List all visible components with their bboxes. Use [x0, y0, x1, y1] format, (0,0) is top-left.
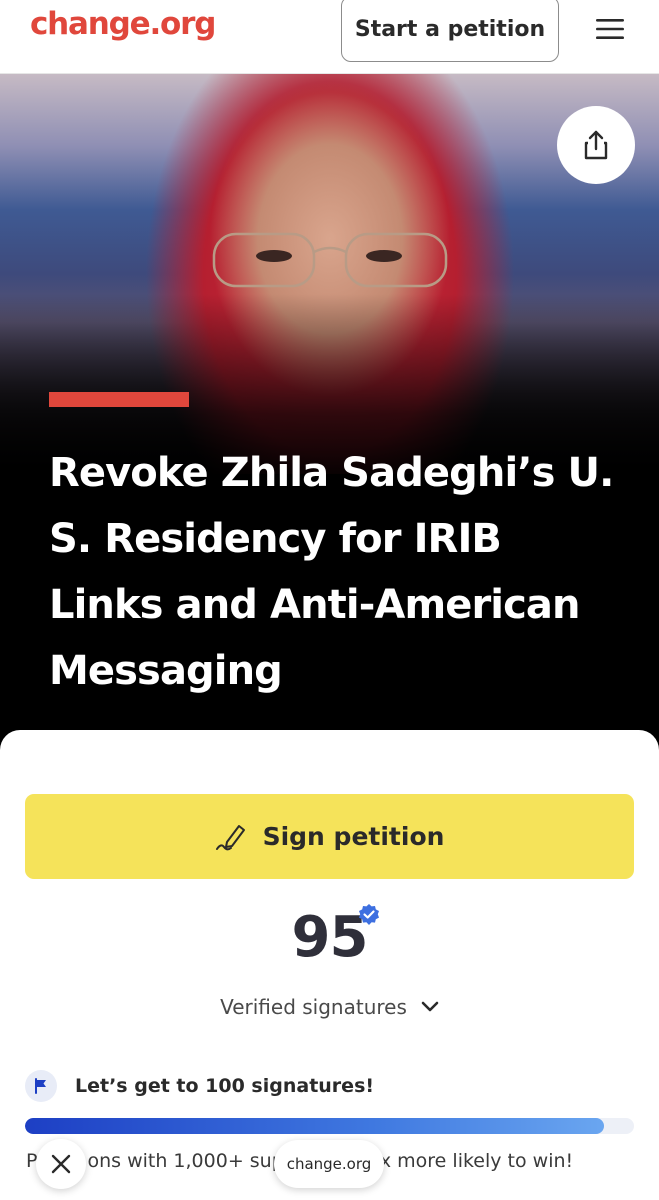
start-petition-button[interactable]: Start a petition [341, 0, 559, 62]
verified-signatures-toggle[interactable]: Verified signatures [0, 995, 659, 1019]
top-navigation-bar: change.org Start a petition [0, 0, 659, 74]
verified-signatures-label: Verified signatures [220, 995, 407, 1019]
petition-title: Revoke Zhila Sadeghi’s U. S. Residency f… [49, 450, 614, 694]
sign-petition-button[interactable]: Sign petition [25, 794, 634, 879]
signature-count: 95 [291, 905, 369, 970]
signature-goal: Let’s get to 100 signatures! [25, 1066, 374, 1106]
flag-icon [25, 1070, 57, 1102]
signature-progress-bar [25, 1118, 634, 1134]
info-text-end: 5x more likely to win! [367, 1150, 574, 1172]
pen-signature-icon [215, 824, 245, 850]
petition-hero: Revoke Zhila Sadeghi’s U. S. Residency f… [0, 74, 659, 770]
signature-progress-fill [25, 1118, 604, 1134]
signature-card: Sign petition 95 Verified signatures Let… [0, 730, 659, 1200]
share-icon [584, 130, 608, 160]
close-icon [51, 1154, 71, 1174]
glasses-detail [212, 232, 448, 288]
browser-url-pill[interactable]: change.org [274, 1140, 384, 1188]
share-button[interactable] [557, 106, 635, 184]
title-accent-bar [49, 392, 189, 407]
verified-badge-icon [359, 904, 379, 925]
change-org-logo[interactable]: change.org [30, 6, 216, 42]
chevron-down-icon [421, 1001, 439, 1012]
close-button[interactable] [36, 1139, 86, 1189]
goal-text: Let’s get to 100 signatures! [75, 1075, 375, 1097]
hamburger-menu-icon[interactable] [589, 12, 631, 46]
sign-petition-label: Sign petition [262, 822, 445, 851]
info-text-middle: ons with 1,000+ sup [87, 1150, 284, 1172]
